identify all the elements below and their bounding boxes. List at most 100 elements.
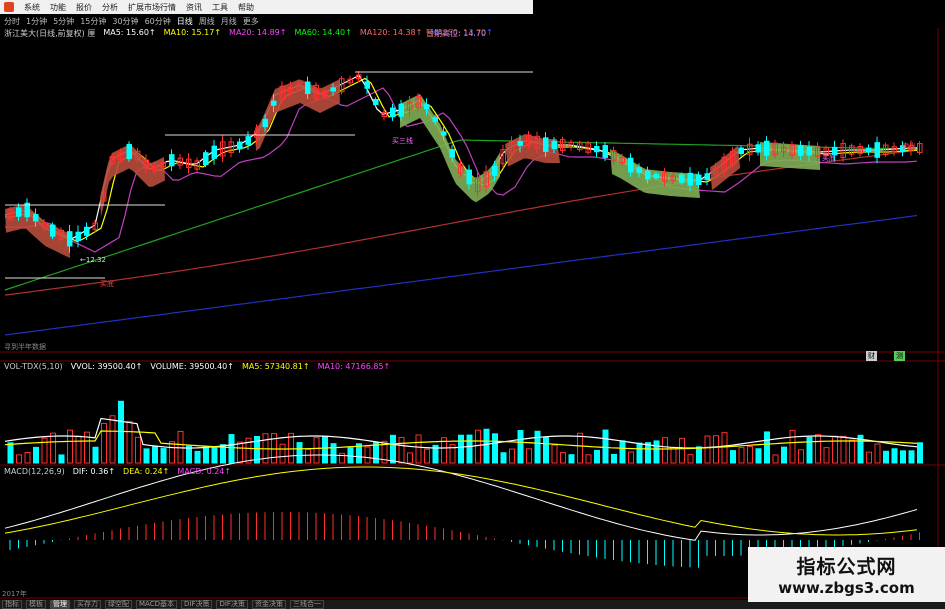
volume-bar bbox=[160, 448, 167, 464]
volume-bar bbox=[577, 432, 583, 464]
bottom-tab-9[interactable]: 三线合一 bbox=[289, 600, 324, 609]
candle-body bbox=[262, 118, 268, 128]
volume-bar bbox=[135, 436, 141, 464]
volume-bar bbox=[364, 446, 371, 464]
candle-body bbox=[449, 149, 455, 158]
macd-dea-line bbox=[4, 466, 918, 536]
candle-body bbox=[16, 207, 22, 217]
candle-body bbox=[305, 81, 311, 94]
volume-bar bbox=[917, 442, 923, 464]
candle-body bbox=[169, 154, 175, 167]
sell-label-right: 卖出 bbox=[902, 141, 916, 150]
volume-bar bbox=[645, 442, 651, 464]
volume-bar bbox=[679, 437, 685, 464]
candle-body bbox=[874, 142, 880, 158]
candle-body bbox=[687, 172, 693, 186]
candle-body bbox=[75, 231, 81, 242]
volume-legend-item-1: VVOL: 39500.40↑ bbox=[70, 362, 143, 371]
volume-bar bbox=[339, 452, 345, 464]
volume-bar bbox=[874, 443, 881, 464]
test-button[interactable]: 测 bbox=[894, 351, 905, 361]
volume-bar bbox=[619, 440, 626, 464]
macd-legend-item-2: DEA: 0.24↑ bbox=[123, 467, 170, 476]
volume-bar bbox=[900, 450, 906, 464]
volume-bar bbox=[322, 436, 328, 464]
volume-bar bbox=[798, 449, 804, 464]
fin-button[interactable]: 财 bbox=[866, 351, 877, 361]
bottom-tab-6[interactable]: DIF决策 bbox=[180, 600, 213, 609]
volume-bar bbox=[50, 432, 56, 464]
volume-bar bbox=[67, 429, 73, 464]
volume-bar bbox=[126, 420, 133, 464]
candle-body bbox=[517, 141, 523, 146]
candle-body bbox=[84, 226, 90, 236]
bottom-tab-4[interactable]: 绿空配 bbox=[105, 600, 132, 609]
bottom-tab-7[interactable]: DIF决策 bbox=[216, 600, 248, 609]
volume-bar bbox=[670, 446, 677, 464]
volume-bar bbox=[815, 434, 821, 464]
volume-bar bbox=[568, 454, 575, 464]
macd-legend-item-1: DIF: 0.36↑ bbox=[72, 467, 116, 476]
volume-bar bbox=[475, 429, 481, 464]
candle-body bbox=[738, 147, 744, 155]
candle-body bbox=[441, 131, 447, 136]
volume-bar bbox=[730, 450, 736, 464]
volume-bar bbox=[33, 446, 39, 464]
candle-body bbox=[492, 165, 498, 176]
volume-bar bbox=[211, 446, 218, 464]
buy-label-right: 买底 bbox=[822, 153, 836, 162]
volume-bar bbox=[866, 451, 872, 464]
volume-bar bbox=[628, 451, 634, 464]
volume-bar bbox=[721, 432, 728, 464]
ma-ribbon-0 bbox=[5, 204, 70, 258]
volume-bar bbox=[789, 429, 796, 464]
volume-bar bbox=[883, 450, 889, 464]
candle-body bbox=[33, 213, 39, 222]
candle-body bbox=[211, 145, 217, 159]
volume-bar bbox=[738, 447, 745, 464]
volume-legend-item-3: MA5: 57340.81↑ bbox=[241, 362, 310, 371]
bottom-tab-8[interactable]: 资金决策 bbox=[251, 600, 286, 609]
watermark-title: 指标公式网 bbox=[796, 556, 897, 578]
candle-body bbox=[866, 147, 872, 153]
candle-body bbox=[330, 87, 336, 92]
candle-body bbox=[636, 167, 642, 174]
year-label: 2017年 bbox=[2, 590, 27, 598]
volume-bar bbox=[186, 445, 192, 464]
volume-legend-item-2: VOLUME: 39500.40↑ bbox=[150, 362, 234, 371]
bottom-tab-1[interactable]: 模板 bbox=[26, 600, 46, 609]
volume-bar bbox=[194, 450, 201, 464]
bottom-tab-5[interactable]: MACD基本 bbox=[136, 600, 177, 609]
volume-bar bbox=[713, 435, 719, 464]
volume-bar bbox=[687, 454, 694, 464]
candle-body bbox=[203, 152, 209, 166]
volume-bar bbox=[203, 446, 209, 464]
candle-body bbox=[373, 99, 379, 105]
volume-bar bbox=[696, 446, 702, 464]
candle-body bbox=[755, 144, 761, 153]
volume-bar bbox=[424, 448, 430, 464]
candle-body bbox=[466, 169, 472, 185]
info-bar: 寻到半年数据 bbox=[4, 343, 46, 351]
volume-bar bbox=[611, 453, 617, 464]
candle-body bbox=[50, 224, 56, 237]
candle-body bbox=[594, 145, 600, 153]
bottom-tab-3[interactable]: 买存力 bbox=[74, 600, 101, 609]
volume-bar bbox=[764, 431, 770, 464]
volume-bar bbox=[118, 400, 124, 464]
volume-bar bbox=[704, 435, 711, 464]
volume-bar bbox=[16, 454, 22, 464]
ma-ribbon-1 bbox=[100, 145, 165, 217]
stock-chart[interactable]: ←12.32买三线卖出买底买底 bbox=[0, 0, 945, 600]
volume-bar bbox=[594, 449, 600, 464]
bottom-tab-0[interactable]: 指标 bbox=[2, 600, 22, 609]
volume-bar bbox=[772, 454, 779, 464]
candle-body bbox=[628, 157, 634, 173]
ma-ribbon-5 bbox=[610, 149, 700, 198]
candle-body bbox=[390, 107, 396, 118]
bottom-tab-2[interactable]: 管理 bbox=[50, 600, 70, 609]
volume-bar bbox=[602, 429, 609, 464]
volume-bar bbox=[279, 443, 286, 464]
volume-bar bbox=[24, 452, 31, 464]
volume-bar bbox=[296, 442, 303, 464]
